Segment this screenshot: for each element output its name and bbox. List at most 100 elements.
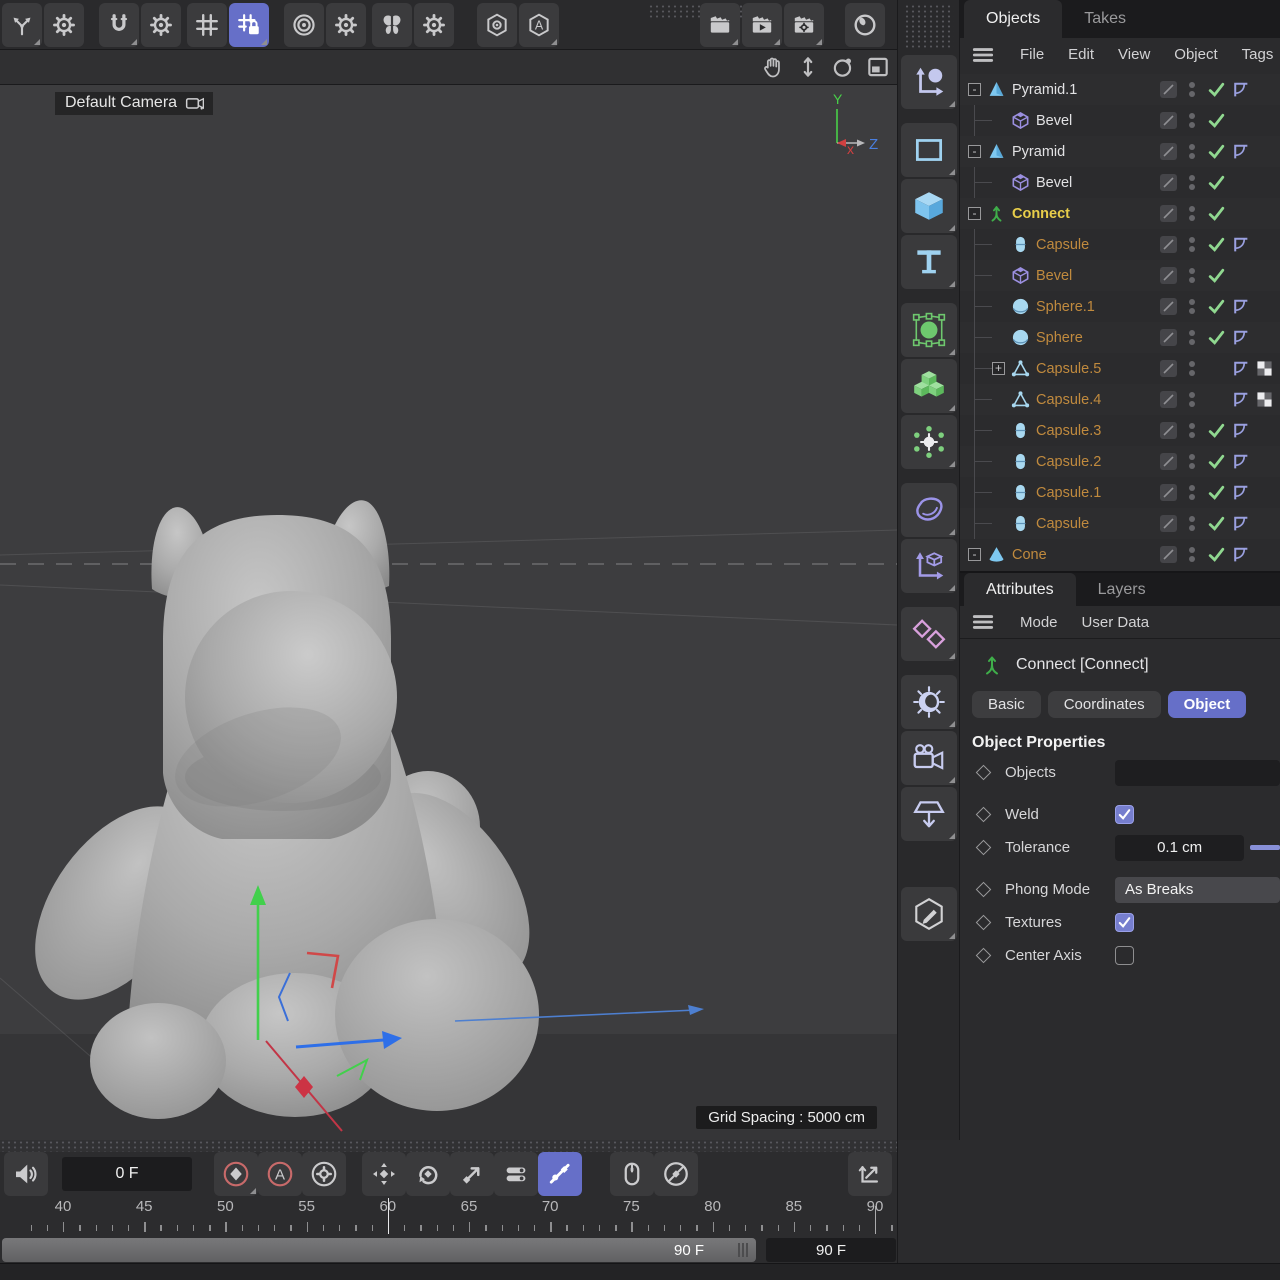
enabled-check[interactable] — [1204, 173, 1228, 192]
visibility-dots[interactable] — [1180, 516, 1204, 531]
end-frame-field[interactable]: 90 F — [766, 1238, 896, 1262]
edit-material-tool[interactable] — [901, 887, 957, 941]
tree-row-sphere-1[interactable]: Sphere.1 — [960, 291, 1280, 322]
visibility-dots[interactable] — [1180, 392, 1204, 407]
menu-item-object[interactable]: Object — [1174, 46, 1217, 63]
modeling-axis-settings-button[interactable] — [326, 3, 366, 47]
layer-badge[interactable] — [1156, 484, 1180, 501]
tolerance-slider[interactable] — [1250, 845, 1280, 850]
playhead-marker[interactable] — [388, 1198, 390, 1234]
sound-button[interactable] — [4, 1152, 48, 1196]
menu-item-view[interactable]: View — [1118, 46, 1150, 63]
tree-row-capsule-2[interactable]: Capsule.2 — [960, 446, 1280, 477]
keyframe-pla-toggle[interactable] — [538, 1152, 582, 1196]
snap-settings-button[interactable] — [141, 3, 181, 47]
record-keyframe-button[interactable] — [214, 1152, 258, 1196]
visibility-dots[interactable] — [1180, 330, 1204, 345]
tree-row-capsule-1[interactable]: Capsule.1 — [960, 477, 1280, 508]
phong-tag-icon[interactable] — [1228, 390, 1252, 409]
weld-checkbox[interactable] — [1115, 805, 1134, 824]
render-sphere-button[interactable] — [845, 3, 885, 47]
visibility-dots[interactable] — [1180, 547, 1204, 562]
tolerance-field[interactable]: 0.1 cm — [1115, 835, 1244, 861]
range-slider-grip[interactable] — [738, 1243, 748, 1257]
current-frame-field[interactable]: 0 F — [62, 1157, 192, 1191]
quantize-button[interactable] — [187, 3, 227, 47]
phong-tag-icon[interactable] — [1228, 359, 1252, 378]
enabled-check[interactable] — [1204, 142, 1228, 161]
tree-row-pyramid-1[interactable]: -Pyramid.1 — [960, 74, 1280, 105]
enabled-check[interactable] — [1204, 111, 1228, 130]
visibility-dots[interactable] — [1180, 454, 1204, 469]
array-cloner-tool[interactable] — [901, 359, 957, 413]
expand-toggle[interactable]: - — [968, 548, 981, 561]
visibility-dots[interactable] — [1180, 485, 1204, 500]
render-picture-viewer-button[interactable] — [742, 3, 782, 47]
keyframe-position-toggle[interactable] — [362, 1152, 406, 1196]
mouse-record-button[interactable] — [610, 1152, 654, 1196]
keyframe-settings-button[interactable] — [302, 1152, 346, 1196]
render-view-button[interactable] — [700, 3, 740, 47]
enabled-check[interactable] — [1204, 204, 1228, 223]
tree-row-bevel[interactable]: Bevel — [960, 260, 1280, 291]
enabled-check[interactable] — [1204, 297, 1228, 316]
expand-toggle[interactable]: - — [968, 145, 981, 158]
expand-toggle[interactable]: - — [968, 207, 981, 220]
tree-row-cone[interactable]: -Cone — [960, 539, 1280, 570]
layer-badge[interactable] — [1156, 267, 1180, 284]
keyframe-rotation-toggle[interactable] — [406, 1152, 450, 1196]
layer-badge[interactable] — [1156, 515, 1180, 532]
objects-field[interactable] — [1115, 760, 1280, 786]
workplane-mode-button[interactable] — [477, 3, 517, 47]
menu-item-mode[interactable]: Mode — [1020, 614, 1058, 631]
menu-item-edit[interactable]: Edit — [1068, 46, 1094, 63]
axis-tool-button[interactable] — [2, 3, 42, 47]
left-foot[interactable] — [90, 1003, 226, 1119]
tree-row-capsule-4[interactable]: Capsule.4 — [960, 384, 1280, 415]
subdivision-surface-tool[interactable] — [901, 303, 957, 357]
enabled-check[interactable] — [1204, 483, 1228, 502]
expand-toggle[interactable]: - — [968, 83, 981, 96]
keyframe-scale-toggle[interactable] — [450, 1152, 494, 1196]
axis-workplane-tool[interactable] — [901, 55, 957, 109]
orbit-view-button[interactable] — [830, 54, 856, 80]
tab-attributes[interactable]: Attributes — [964, 573, 1076, 606]
light-tool[interactable] — [901, 675, 957, 729]
tree-row-pyramid[interactable]: -Pyramid — [960, 136, 1280, 167]
phong-tag-icon[interactable] — [1228, 235, 1252, 254]
center-axis-checkbox[interactable] — [1115, 946, 1134, 965]
visibility-dots[interactable] — [1180, 113, 1204, 128]
visibility-dots[interactable] — [1180, 268, 1204, 283]
enabled-check[interactable] — [1204, 452, 1228, 471]
panel-menu-icon[interactable] — [970, 42, 996, 68]
text-tool[interactable] — [901, 235, 957, 289]
tree-row-capsule-5[interactable]: +Capsule.5 — [960, 353, 1280, 384]
simulation-tool[interactable] — [901, 415, 957, 469]
range-slider[interactable]: 90 F — [2, 1238, 756, 1262]
layer-badge[interactable] — [1156, 112, 1180, 129]
layer-badge[interactable] — [1156, 81, 1180, 98]
phong-tag-icon[interactable] — [1228, 545, 1252, 564]
axis-settings-button[interactable] — [44, 3, 84, 47]
layer-badge[interactable] — [1156, 236, 1180, 253]
layer-badge[interactable] — [1156, 143, 1180, 160]
section-tab-coordinates[interactable]: Coordinates — [1048, 691, 1161, 718]
viewport-3d[interactable]: Default Camera Y x Z Grid Spacing : 5000… — [0, 85, 897, 1140]
visibility-dots[interactable] — [1180, 175, 1204, 190]
phong-tag-icon[interactable] — [1228, 421, 1252, 440]
enabled-check[interactable] — [1204, 421, 1228, 440]
mirror-settings-button[interactable] — [414, 3, 454, 47]
layer-badge[interactable] — [1156, 205, 1180, 222]
pan-view-button[interactable] — [760, 54, 786, 80]
axis-modify-tool[interactable] — [901, 539, 957, 593]
expand-toggle[interactable]: + — [992, 362, 1005, 375]
menu-item-user-data[interactable]: User Data — [1082, 614, 1150, 631]
layer-badge[interactable] — [1156, 174, 1180, 191]
toggle-view-button[interactable] — [865, 54, 891, 80]
phong-tag-icon[interactable] — [1228, 452, 1252, 471]
visibility-dots[interactable] — [1180, 237, 1204, 252]
spline-rectangle-tool[interactable] — [901, 123, 957, 177]
tab-objects[interactable]: Objects — [964, 0, 1062, 38]
camera-tool[interactable] — [901, 731, 957, 785]
deformer-tool[interactable] — [901, 483, 957, 537]
